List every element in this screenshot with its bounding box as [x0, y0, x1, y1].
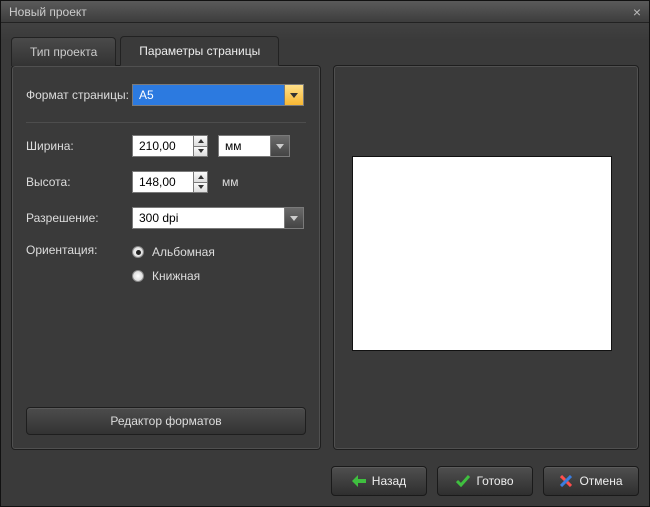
- window-title: Новый проект: [9, 5, 87, 19]
- back-button[interactable]: Назад: [331, 466, 427, 496]
- label-resolution: Разрешение:: [26, 211, 132, 225]
- height-unit: мм: [222, 175, 239, 189]
- resolution-value: 300 dpi: [132, 207, 284, 229]
- tabs: Тип проекта Параметры страницы: [1, 23, 649, 65]
- width-stepper[interactable]: 210,00: [132, 135, 208, 157]
- label-page-format: Формат страницы:: [26, 88, 132, 102]
- label-orientation: Ориентация:: [26, 243, 132, 257]
- dialog-window: Новый проект × Тип проекта Параметры стр…: [0, 0, 650, 507]
- label-width: Ширина:: [26, 139, 132, 153]
- spin-up-icon[interactable]: [194, 135, 208, 146]
- unit-value: мм: [218, 135, 270, 157]
- radio-label: Книжная: [152, 269, 200, 283]
- orientation-radio-group: Альбомная Книжная: [132, 245, 215, 283]
- arrow-left-icon: [352, 474, 366, 488]
- width-value: 210,00: [132, 135, 194, 157]
- dropdown-icon[interactable]: [284, 84, 304, 106]
- spin-up-icon[interactable]: [194, 171, 208, 182]
- footer-buttons: Назад Готово Отмена: [331, 466, 639, 496]
- page-format-value: A5: [132, 84, 284, 106]
- dropdown-icon[interactable]: [270, 135, 290, 157]
- separator: [26, 122, 306, 123]
- radio-icon: [132, 270, 144, 282]
- x-icon: [559, 474, 573, 488]
- unit-select[interactable]: мм: [218, 135, 290, 157]
- page-preview: [352, 156, 612, 351]
- radio-label: Альбомная: [152, 245, 215, 259]
- settings-panel: Формат страницы: A5 Ширина: 210,00: [11, 65, 321, 450]
- page-format-select[interactable]: A5: [132, 84, 304, 106]
- tab-label: Параметры страницы: [139, 44, 260, 58]
- radio-landscape[interactable]: Альбомная: [132, 245, 215, 259]
- height-value: 148,00: [132, 171, 194, 193]
- radio-icon: [132, 246, 144, 258]
- tab-project-type[interactable]: Тип проекта: [11, 37, 116, 66]
- check-icon: [456, 474, 470, 488]
- close-icon[interactable]: ×: [633, 5, 641, 19]
- button-label: Назад: [372, 474, 406, 488]
- titlebar: Новый проект ×: [1, 1, 649, 23]
- spin-down-icon[interactable]: [194, 146, 208, 158]
- tab-label: Тип проекта: [30, 45, 97, 59]
- tab-page-params[interactable]: Параметры страницы: [120, 36, 279, 66]
- button-label: Готово: [476, 474, 513, 488]
- height-stepper[interactable]: 148,00: [132, 171, 208, 193]
- resolution-select[interactable]: 300 dpi: [132, 207, 304, 229]
- label-height: Высота:: [26, 175, 132, 189]
- button-label: Отмена: [579, 474, 622, 488]
- preview-panel: [333, 65, 639, 450]
- format-editor-button[interactable]: Редактор форматов: [26, 407, 306, 435]
- dropdown-icon[interactable]: [284, 207, 304, 229]
- button-label: Редактор форматов: [110, 414, 221, 428]
- spin-down-icon[interactable]: [194, 182, 208, 194]
- cancel-button[interactable]: Отмена: [543, 466, 639, 496]
- done-button[interactable]: Готово: [437, 466, 533, 496]
- radio-portrait[interactable]: Книжная: [132, 269, 215, 283]
